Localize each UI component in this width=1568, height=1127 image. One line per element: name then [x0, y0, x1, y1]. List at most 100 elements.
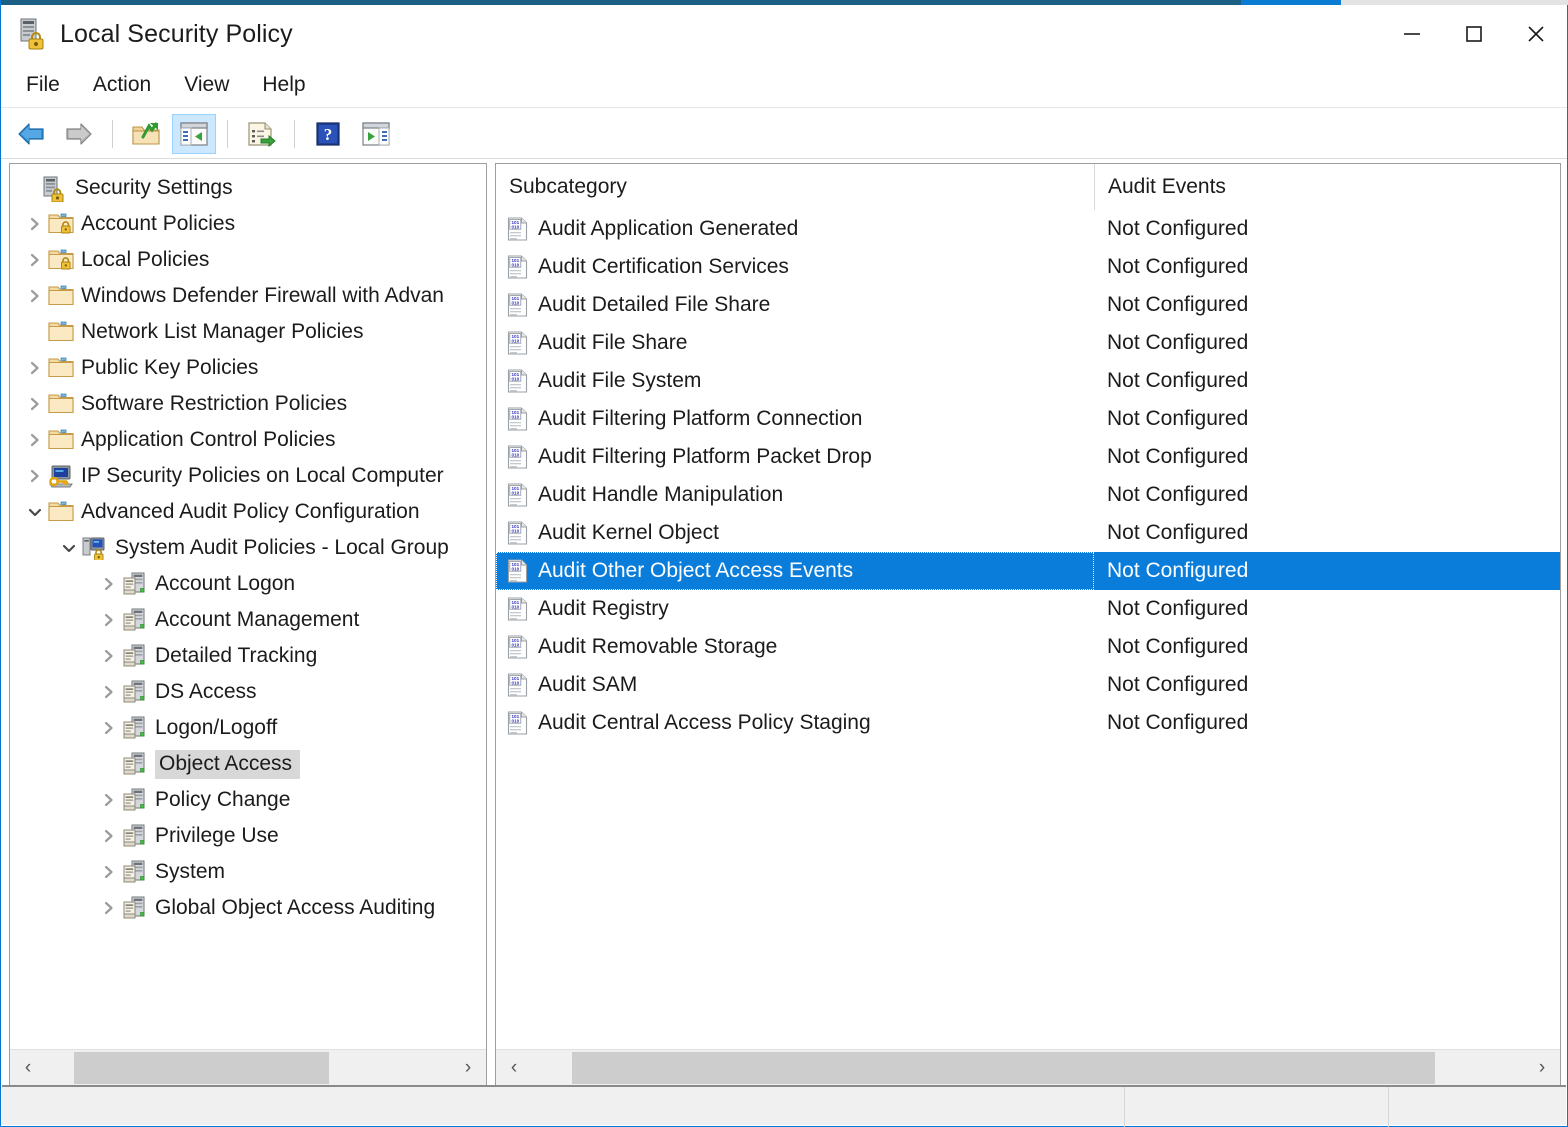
tree-item[interactable]: Account Policies [10, 206, 486, 242]
chevron-right-icon[interactable] [96, 602, 122, 638]
maximize-button[interactable] [1443, 5, 1505, 63]
menu-action[interactable]: Action [80, 69, 164, 101]
tree-item[interactable]: Privilege Use [10, 818, 486, 854]
list-horizontal-scrollbar[interactable]: ‹ › [496, 1049, 1560, 1086]
tree-scroll-track[interactable] [46, 1050, 450, 1086]
tree-item[interactable]: Detailed Tracking [10, 638, 486, 674]
tree-item[interactable]: System Audit Policies - Local Group [10, 530, 486, 566]
column-subcategory[interactable]: Subcategory [496, 164, 1094, 210]
tree-item[interactable]: Security Settings [10, 170, 486, 206]
tree-item-label: Logon/Logoff [155, 715, 278, 739]
folder-icon [48, 500, 74, 524]
menu-file[interactable]: File [13, 69, 73, 101]
audit-category-icon [122, 680, 148, 704]
minimize-button[interactable] [1381, 5, 1443, 63]
tree-item[interactable]: Account Management [10, 602, 486, 638]
table-row[interactable]: 101 010 Audit Handle Manipulation Not Confi… [496, 476, 1560, 514]
chevron-right-icon[interactable] [96, 818, 122, 854]
tree-scroll-left-button[interactable]: ‹ [10, 1050, 46, 1086]
chevron-down-icon[interactable] [22, 494, 48, 530]
subcategory-label: Audit File Share [538, 331, 688, 354]
chevron-right-icon[interactable] [96, 710, 122, 746]
table-row[interactable]: 101 010 Audit SAM Not Configured [496, 666, 1560, 704]
tree-item[interactable]: DS Access [10, 674, 486, 710]
chevron-right-icon[interactable] [96, 890, 122, 926]
tree-item[interactable]: Advanced Audit Policy Configuration [10, 494, 486, 530]
tree-item[interactable]: Logon/Logoff [10, 710, 486, 746]
chevron-right-icon[interactable] [22, 386, 48, 422]
forward-arrow-icon[interactable] [57, 114, 101, 154]
menu-view[interactable]: View [171, 69, 242, 101]
table-row[interactable]: 101 010 Audit Kernel Object Not Configured [496, 514, 1560, 552]
svg-text:010: 010 [511, 605, 519, 610]
chevron-right-icon[interactable] [22, 206, 48, 242]
svg-text:010: 010 [511, 301, 519, 306]
tree-horizontal-scrollbar[interactable]: ‹ › [10, 1049, 486, 1086]
chevron-right-icon[interactable] [96, 566, 122, 602]
tree-item[interactable]: Application Control Policies [10, 422, 486, 458]
tree-item[interactable]: Global Object Access Auditing [10, 890, 486, 926]
column-audit-events[interactable]: Audit Events [1094, 164, 1534, 210]
help-icon[interactable]: ? [306, 114, 350, 154]
chevron-right-icon[interactable] [22, 278, 48, 314]
tree-scroll-right-button[interactable]: › [450, 1050, 486, 1086]
table-row[interactable]: 101 010 Audit File Share Not Configured [496, 324, 1560, 362]
table-row[interactable]: 101 010 Audit Registry Not Configured [496, 590, 1560, 628]
tree-item[interactable]: System [10, 854, 486, 890]
tree-item[interactable]: Software Restriction Policies [10, 386, 486, 422]
subcategory-label: Audit Certification Services [538, 255, 789, 278]
table-row[interactable]: 101 010 Audit Other Object Access Events No… [496, 552, 1560, 590]
tree-scroll-thumb[interactable] [74, 1052, 329, 1084]
list-scroll-right-button[interactable]: › [1524, 1050, 1560, 1086]
table-row[interactable]: 101 010 Audit Central Access Policy Stagin… [496, 704, 1560, 742]
chevron-right-icon[interactable] [96, 782, 122, 818]
tree-item[interactable]: IP Security Policies on Local Computer [10, 458, 486, 494]
show-action-pane-icon[interactable] [354, 114, 398, 154]
chevron-right-icon[interactable] [22, 458, 48, 494]
tree-item[interactable]: Policy Change [10, 782, 486, 818]
table-row[interactable]: 101 010 Audit Detailed File Share Not Confi… [496, 286, 1560, 324]
chevron-right-icon[interactable] [96, 638, 122, 674]
list-scroll-left-button[interactable]: ‹ [496, 1050, 532, 1086]
subcategory-label: Audit Filtering Platform Connection [538, 407, 863, 430]
show-console-tree-icon[interactable] [172, 113, 216, 154]
chevron-right-icon[interactable] [22, 422, 48, 458]
chevron-right-icon[interactable] [96, 674, 122, 710]
table-row[interactable]: 101 010 Audit Filtering Platform Connectio… [496, 400, 1560, 438]
tree-item-label: DS Access [155, 679, 257, 703]
chevron-right-icon[interactable] [96, 854, 122, 890]
svg-text:010: 010 [511, 643, 519, 648]
chevron-down-icon[interactable] [56, 530, 82, 566]
table-row[interactable]: 101 010 Audit Application Generated Not Con… [496, 210, 1560, 248]
table-row[interactable]: 101 010 Audit Filtering Platform Packet Dr… [496, 438, 1560, 476]
audit-category-icon [122, 896, 148, 920]
tree-item-label: Account Logon [155, 571, 296, 595]
chevron-right-icon[interactable] [22, 242, 48, 278]
list-scroll-thumb[interactable] [571, 1052, 1435, 1084]
tree-item[interactable]: Object Access [10, 746, 486, 782]
menu-help[interactable]: Help [249, 69, 318, 101]
audit-subcategory-icon: 101 010 [507, 635, 529, 659]
table-row[interactable]: 101 010 Audit File System Not Configured [496, 362, 1560, 400]
audit-events-cell: Not Configured [1107, 483, 1249, 506]
tree-item[interactable]: Public Key Policies [10, 350, 486, 386]
tree-item-label: Software Restriction Policies [81, 391, 348, 415]
tree-item[interactable]: Local Policies [10, 242, 486, 278]
subcategory-cell: 101 010 Audit SAM [496, 666, 1094, 704]
table-row[interactable]: 101 010 Audit Certification Services Not Co… [496, 248, 1560, 286]
close-button[interactable] [1505, 5, 1567, 63]
export-list-icon[interactable] [239, 114, 283, 154]
up-folder-icon[interactable] [124, 114, 168, 154]
svg-text:010: 010 [511, 377, 519, 382]
back-arrow-icon[interactable] [9, 114, 53, 154]
svg-text:010: 010 [511, 529, 519, 534]
tree-item[interactable]: Windows Defender Firewall with Advan [10, 278, 486, 314]
table-row[interactable]: 101 010 Audit Removable Storage Not Configu… [496, 628, 1560, 666]
chevron-right-icon[interactable] [22, 350, 48, 386]
toolbar-separator [294, 119, 295, 148]
list-scroll-track[interactable] [532, 1050, 1524, 1086]
tree-item[interactable]: Network List Manager Policies [10, 314, 486, 350]
tree-item[interactable]: Account Logon [10, 566, 486, 602]
folder-icon [48, 284, 74, 308]
audit-events-cell: Not Configured [1107, 673, 1249, 696]
